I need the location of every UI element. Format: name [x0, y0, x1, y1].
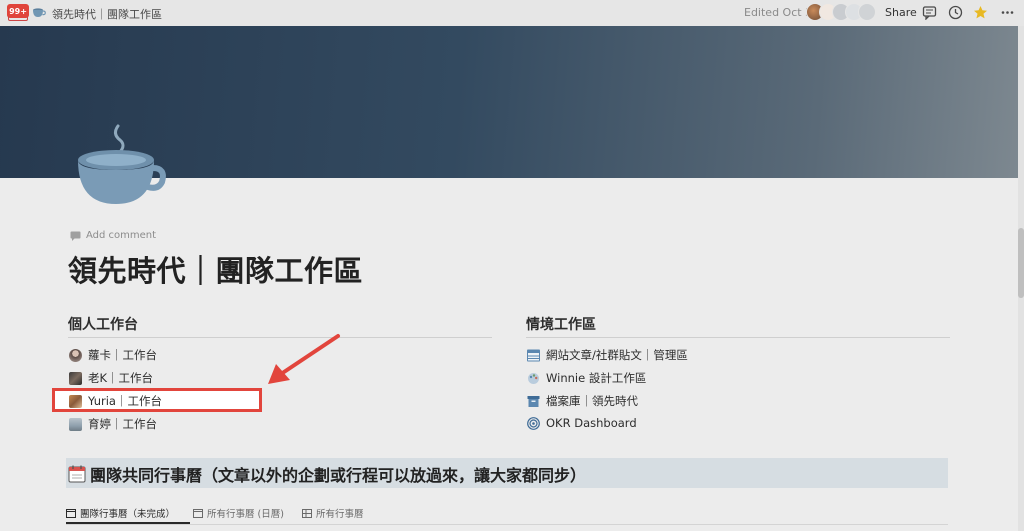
add-comment-label: Add comment — [86, 230, 157, 241]
calendar-icon — [68, 465, 86, 483]
tab-all-calendar[interactable]: 所有行事曆 — [301, 506, 364, 520]
list-item-okr-dashboard[interactable]: OKR Dashboard — [527, 416, 637, 430]
list-item-yuria[interactable]: Yuria｜工作台 — [69, 393, 162, 409]
divider — [66, 524, 948, 525]
clock-icon[interactable] — [948, 5, 963, 20]
list-item-old-k[interactable]: 老K｜工作台 — [69, 370, 153, 386]
calendar-heading[interactable]: 團隊共同行事曆（文章以外的企劃或行程可以放過來，讓大家都同步） — [68, 462, 586, 486]
calendar-view-icon — [193, 508, 204, 518]
list-item-label: 檔案庫｜領先時代 — [546, 394, 638, 408]
table-icon — [527, 349, 540, 361]
view-tabs: 團隊行事曆（未完成） 所有行事曆 (日曆) 所有行事曆 — [66, 506, 363, 520]
top-bar: 99+ 領先時代｜團隊工作區 Edited Oct 3 Share — [0, 0, 1024, 26]
comment-icon — [70, 231, 81, 241]
comment-icon[interactable] — [922, 5, 937, 20]
avatar-icon — [69, 417, 82, 431]
avatar-icon — [69, 394, 82, 408]
table-view-icon — [301, 508, 312, 518]
scrollbar-thumb[interactable] — [1018, 228, 1024, 298]
list-item-yuting[interactable]: 育婷｜工作台 — [69, 416, 157, 432]
list-item-articles[interactable]: 網站文章/社群貼文｜管理區 — [527, 347, 688, 363]
annotation-arrow-icon — [268, 334, 340, 384]
calendar-view-icon — [66, 508, 76, 518]
tab-all-calendar-daily[interactable]: 所有行事曆 (日曆) — [193, 506, 284, 520]
list-item-label: Winnie 設計工作區 — [546, 371, 647, 385]
share-button[interactable]: Share — [885, 6, 917, 19]
breadcrumb-page-title[interactable]: 領先時代｜團隊工作區 — [52, 6, 162, 22]
add-comment-button[interactable]: Add comment — [70, 230, 156, 241]
page-title[interactable]: 領先時代｜團隊工作區 — [68, 248, 363, 290]
list-item-label: 蘿卡｜工作台 — [88, 348, 157, 362]
context-workspace-heading: 情境工作區 — [526, 317, 596, 333]
list-item-label: Yuria｜工作台 — [88, 394, 162, 408]
edited-timestamp: Edited Oct 3 — [744, 6, 813, 19]
list-item-label: 育婷｜工作台 — [88, 417, 157, 431]
archive-box-icon — [527, 395, 540, 407]
star-icon[interactable] — [973, 5, 988, 20]
coffee-cup-icon — [33, 8, 46, 17]
avatar-icon — [69, 371, 82, 385]
personal-workspace-heading: 個人工作台 — [68, 317, 138, 333]
divider — [526, 337, 950, 338]
list-item-label: 老K｜工作台 — [88, 371, 154, 385]
tab-label: 團隊行事曆（未完成） — [80, 509, 176, 520]
list-item-archive[interactable]: 檔案庫｜領先時代 — [527, 393, 638, 409]
target-icon — [527, 416, 540, 430]
list-item-label: OKR Dashboard — [546, 416, 637, 430]
tab-team-calendar[interactable]: 團隊行事曆（未完成） — [66, 506, 175, 520]
calendar-heading-label: 團隊共同行事曆（文章以外的企劃或行程可以放過來，讓大家都同步） — [90, 466, 587, 485]
avatar-icon — [69, 348, 82, 362]
more-icon[interactable] — [1000, 5, 1015, 20]
tab-label: 所有行事曆 — [315, 509, 364, 520]
avatar[interactable] — [858, 3, 876, 21]
collaborator-avatars[interactable] — [806, 3, 878, 21]
list-item-winnie-design[interactable]: Winnie 設計工作區 — [527, 370, 646, 386]
tab-label: 所有行事曆 (日曆) — [207, 509, 284, 520]
inbox-icon — [8, 16, 28, 21]
palette-icon — [528, 372, 539, 384]
list-item-label: 網站文章/社群貼文｜管理區 — [546, 348, 688, 362]
coffee-cup-icon[interactable] — [74, 124, 166, 208]
list-item-luka[interactable]: 蘿卡｜工作台 — [69, 347, 157, 363]
